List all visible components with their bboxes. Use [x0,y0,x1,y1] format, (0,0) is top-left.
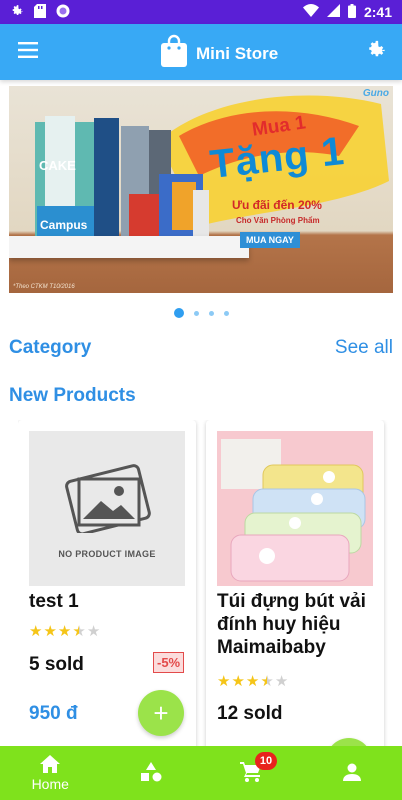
menu-button[interactable] [0,24,56,80]
home-icon [40,754,61,776]
image-placeholder-icon [59,459,155,535]
shapes-category-icon [140,761,162,785]
star-full-icon: ★ [57,623,72,640]
nav-cart[interactable]: 10 [201,746,302,800]
nav-category[interactable] [101,746,202,800]
signal-icon [326,4,340,20]
new-products-title: New Products [9,385,136,406]
screen: 2:41 Mini Store Mua 1 Tặng 1 Ưu đãi đến … [0,0,402,800]
status-bar: 2:41 [0,0,402,24]
product-price: 950 đ [29,703,78,724]
wifi-icon [302,4,319,20]
product-sold-count: 5 sold [29,654,84,675]
product-image [217,431,373,586]
product-rating: ★ ★ ★ ★ ★ [29,622,100,640]
discount-badge: -5% [153,652,185,673]
banner-product-label-campus: Campus [40,218,88,232]
star-empty-icon: ★ [86,623,101,640]
carousel-dot-2[interactable] [193,310,199,316]
status-left-icons [10,3,70,21]
star-half-icon: ★ [260,673,274,690]
bottom-navigation: Home 10 [0,746,402,800]
product-sold-count: 12 sold [217,703,283,724]
settings-button[interactable] [358,34,394,70]
carousel-dot-3[interactable] [208,310,214,316]
sd-card-icon [34,3,46,21]
product-list: NO PRODUCT IMAGE test 1 ★ ★ ★ ★ ★ 5 sold… [18,420,402,750]
nav-profile[interactable] [302,746,402,800]
carousel-dot-1[interactable] [173,308,184,318]
person-icon [342,763,361,784]
brand: Mini Store [160,34,278,73]
no-image-text: NO PRODUCT IMAGE [58,548,156,559]
promo-line-2: Tặng 1 [208,129,347,187]
see-all-link[interactable]: See all [335,337,393,359]
promo-line-4: Cho Văn Phòng Phẩm [236,216,320,225]
nav-home-label: Home [31,775,69,792]
star-full-icon: ★ [245,673,260,690]
promo-cta: MUA NGAY [240,232,300,248]
banner-product-label-cake: CAKE [39,158,76,173]
gear-icon [365,39,387,66]
battery-icon [347,3,356,21]
product-card[interactable]: Túi đựng bút vải đính huy hiệu Maimaibab… [206,420,384,750]
promo-line-3: Ưu đãi đến 20% [232,198,322,212]
product-name: test 1 [29,591,79,612]
gear-icon [10,4,24,21]
star-empty-icon: ★ [274,673,289,690]
category-header: Category See all [9,337,393,359]
nav-home[interactable]: Home [0,746,101,800]
banner-logo: Guno [362,88,389,99]
add-to-cart-button[interactable]: + [138,690,184,736]
product-image-placeholder: NO PRODUCT IMAGE [29,431,185,586]
star-full-icon: ★ [43,623,57,640]
star-half-icon: ★ [72,623,86,640]
banner-promo: Mua 1 Tặng 1 Ưu đãi đến 20% Cho Văn Phòn… [192,92,382,248]
cart-badge: 10 [255,752,277,770]
product-name: Túi đựng bút vải đính huy hiệu Maimaibab… [217,591,366,658]
pencil-case-photo [217,431,373,586]
star-full-icon: ★ [231,673,245,690]
hamburger-menu-icon [18,41,38,63]
product-card[interactable]: NO PRODUCT IMAGE test 1 ★ ★ ★ ★ ★ 5 sold… [18,420,196,750]
promo-banner[interactable]: Mua 1 Tặng 1 Ưu đãi đến 20% Cho Văn Phòn… [9,86,393,293]
star-full-icon: ★ [29,623,43,640]
status-time: 2:41 [363,4,392,20]
banner-note: *Theo CTKM T10/2016 [13,284,75,290]
carousel-dot-4[interactable] [223,310,229,316]
new-products-header: New Products [9,385,393,407]
star-full-icon: ★ [217,673,231,690]
app-bar: Mini Store [0,24,402,80]
plus-icon: + [153,697,169,728]
app-title: Mini Store [196,43,279,63]
carousel-dots [0,308,402,318]
status-right-icons: 2:41 [302,3,392,21]
shopping-bag-icon [160,34,188,73]
product-rating: ★ ★ ★ ★ ★ [217,672,288,690]
circle-app-icon [56,4,70,21]
category-title: Category [9,337,92,358]
